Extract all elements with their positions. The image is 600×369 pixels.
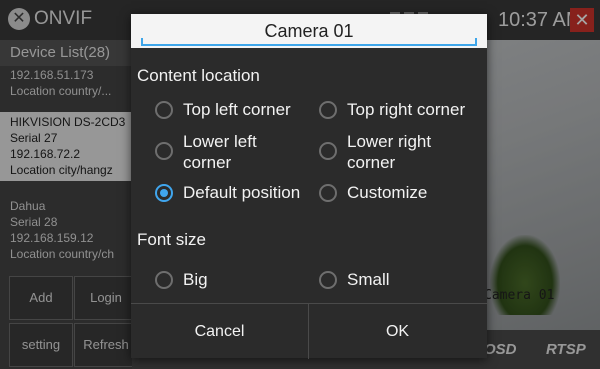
radio-lower-right[interactable]	[319, 142, 337, 160]
option-font-big-label: Big	[183, 270, 208, 289]
option-top-right-label: Top right corner	[347, 100, 466, 119]
radio-font-big[interactable]	[155, 271, 173, 289]
option-customize-label: Customize	[347, 183, 428, 202]
radio-top-left[interactable]	[155, 101, 173, 119]
radio-customize[interactable]	[319, 184, 337, 202]
option-font-small-label: Small	[347, 270, 390, 289]
dialog-title: Camera 01	[264, 21, 354, 41]
option-default-position-label: Default position	[183, 183, 301, 202]
radio-lower-left[interactable]	[155, 142, 173, 160]
option-lower-left-label-line2: corner	[183, 153, 232, 172]
radio-font-small[interactable]	[319, 271, 337, 289]
osd-settings-dialog: Camera 01 Content location Top left corn…	[131, 14, 487, 359]
dialog-footer: Cancel OK	[131, 303, 487, 359]
cancel-button[interactable]: Cancel	[131, 304, 308, 359]
option-lower-left-label-line1: Lower left	[183, 132, 257, 151]
radio-default-position[interactable]	[155, 184, 173, 202]
ok-button[interactable]: OK	[309, 304, 486, 359]
option-top-left-label: Top left corner	[183, 100, 291, 119]
radio-top-right[interactable]	[319, 101, 337, 119]
option-lower-right-label-line1: Lower right	[347, 132, 432, 151]
option-lower-right-label-line2: corner	[347, 153, 396, 172]
content-location-label: Content location	[137, 66, 260, 85]
title-underline	[141, 38, 477, 46]
font-size-label: Font size	[137, 230, 206, 249]
